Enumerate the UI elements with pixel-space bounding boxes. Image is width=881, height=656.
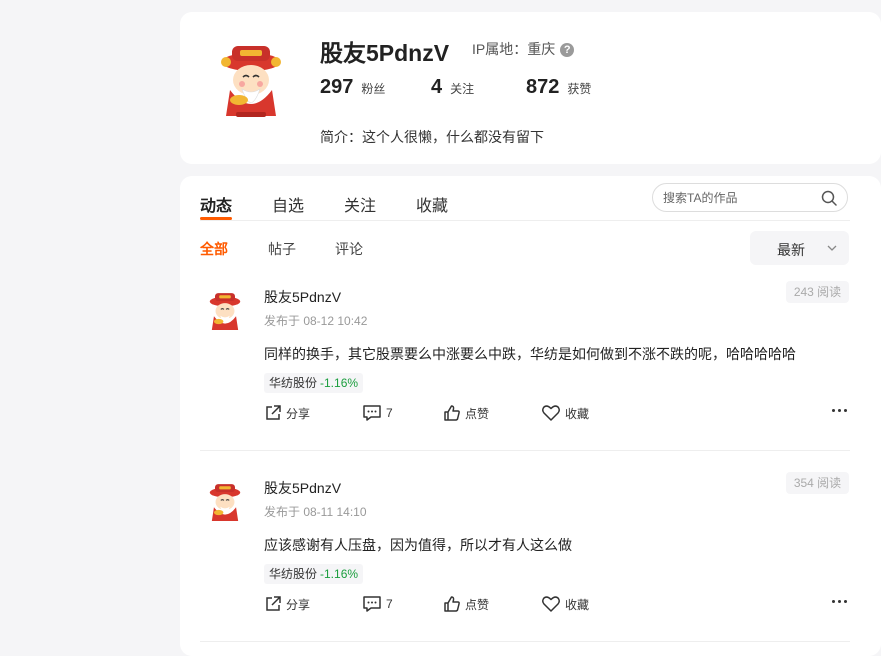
favorite-button[interactable]: 收藏 <box>541 403 589 423</box>
chevron-down-icon <box>827 245 837 251</box>
following-count: 4 <box>431 76 443 98</box>
avatar[interactable] <box>206 482 244 522</box>
favorite-label: 收藏 <box>565 406 590 421</box>
comment-count: 7 <box>386 597 393 611</box>
share-label: 分享 <box>286 597 311 612</box>
post-item: 股友5PdnzV 发布于 08-12 10:42 243 阅读 同样的换手，其它… <box>180 278 881 468</box>
post-divider <box>200 641 850 642</box>
followers-count: 297 <box>320 76 354 98</box>
comment-count: 7 <box>386 406 393 420</box>
following-stat[interactable]: 4 关注 <box>431 76 474 99</box>
like-button[interactable]: 点赞 <box>443 403 489 423</box>
post-author[interactable]: 股友5PdnzV <box>264 287 341 307</box>
tab-favorites[interactable]: 收藏 <box>416 192 448 216</box>
more-icon[interactable] <box>832 600 850 603</box>
share-icon <box>266 405 281 420</box>
share-icon <box>266 596 281 611</box>
search-input[interactable] <box>663 189 813 207</box>
username: 股友5PdnzV <box>320 40 450 66</box>
comment-button[interactable]: 7 <box>362 403 393 423</box>
tab-dynamics[interactable]: 动态 <box>200 192 232 216</box>
like-label: 点赞 <box>465 406 490 421</box>
post-content[interactable]: 应该感谢有人压盘，因为值得，所以才有人这么做 <box>264 535 572 555</box>
tabs-divider <box>200 220 850 221</box>
filter-comments[interactable]: 评论 <box>335 239 363 259</box>
share-label: 分享 <box>286 406 311 421</box>
thumbs-up-icon <box>444 405 460 421</box>
likes-label: 获赞 <box>567 82 592 96</box>
followers-stat[interactable]: 297 粉丝 <box>320 76 385 99</box>
profile-card: 股友5PdnzV IP属地：重庆? 297 粉丝 4 关注 872 获赞 简介：这个人… <box>180 12 881 164</box>
avatar[interactable] <box>216 42 286 118</box>
feed-card: 动态 自选 关注 收藏 全部 帖子 评论 最新 股友5PdnzV 发布 <box>180 176 881 656</box>
post-author[interactable]: 股友5PdnzV <box>264 478 341 498</box>
like-label: 点赞 <box>465 597 490 612</box>
bio: 简介：这个人很懒，什么都没有留下 <box>320 129 544 145</box>
tab-watchlist[interactable]: 自选 <box>272 192 304 216</box>
post-content[interactable]: 同样的换手，其它股票要么中涨要么中跌，华纺是如何做到不涨不跌的呢，哈哈哈哈哈 <box>264 344 796 364</box>
favorite-label: 收藏 <box>565 597 590 612</box>
avatar[interactable] <box>206 291 244 331</box>
followers-label: 粉丝 <box>361 82 386 96</box>
stock-name: 华纺股份 <box>269 567 318 581</box>
search-icon[interactable] <box>821 190 837 206</box>
comment-icon <box>363 596 381 612</box>
favorite-button[interactable]: 收藏 <box>541 594 589 614</box>
share-button[interactable]: 分享 <box>264 403 310 423</box>
like-button[interactable]: 点赞 <box>443 594 489 614</box>
stock-tag[interactable]: 华纺股份 -1.16% <box>264 564 364 584</box>
comment-icon <box>363 405 381 421</box>
comment-button[interactable]: 7 <box>362 594 393 614</box>
filter-posts[interactable]: 帖子 <box>268 239 296 259</box>
search-box <box>652 183 848 212</box>
share-button[interactable]: 分享 <box>264 594 310 614</box>
likes-count: 872 <box>526 76 560 98</box>
post-time: 发布于 08-11 14:10 <box>264 505 367 519</box>
question-icon[interactable]: ? <box>560 43 575 57</box>
stock-change: -1.16% <box>320 567 359 581</box>
ip-location-label: IP属地：重庆 <box>472 41 556 57</box>
read-count-badge: 243 阅读 <box>786 281 849 303</box>
sort-selected: 最新 <box>777 242 805 258</box>
thumbs-up-icon <box>444 596 460 612</box>
post-divider <box>200 450 850 451</box>
filter-all[interactable]: 全部 <box>200 239 228 259</box>
likes-stat: 872 获赞 <box>526 76 591 99</box>
post-item: 股友5PdnzV 发布于 08-11 14:10 354 阅读 应该感谢有人压盘… <box>180 469 881 656</box>
stock-tag[interactable]: 华纺股份 -1.16% <box>264 373 364 393</box>
heart-icon <box>542 596 560 612</box>
stock-change: -1.16% <box>320 376 359 390</box>
sort-dropdown[interactable]: 最新 <box>750 231 849 265</box>
ip-location: IP属地：重庆? <box>472 39 575 59</box>
more-icon[interactable] <box>832 409 850 412</box>
read-count-badge: 354 阅读 <box>786 472 849 494</box>
tab-following[interactable]: 关注 <box>344 192 376 216</box>
post-time: 发布于 08-12 10:42 <box>264 314 368 328</box>
stock-name: 华纺股份 <box>269 376 318 390</box>
following-label: 关注 <box>450 82 475 96</box>
heart-icon <box>542 405 560 421</box>
